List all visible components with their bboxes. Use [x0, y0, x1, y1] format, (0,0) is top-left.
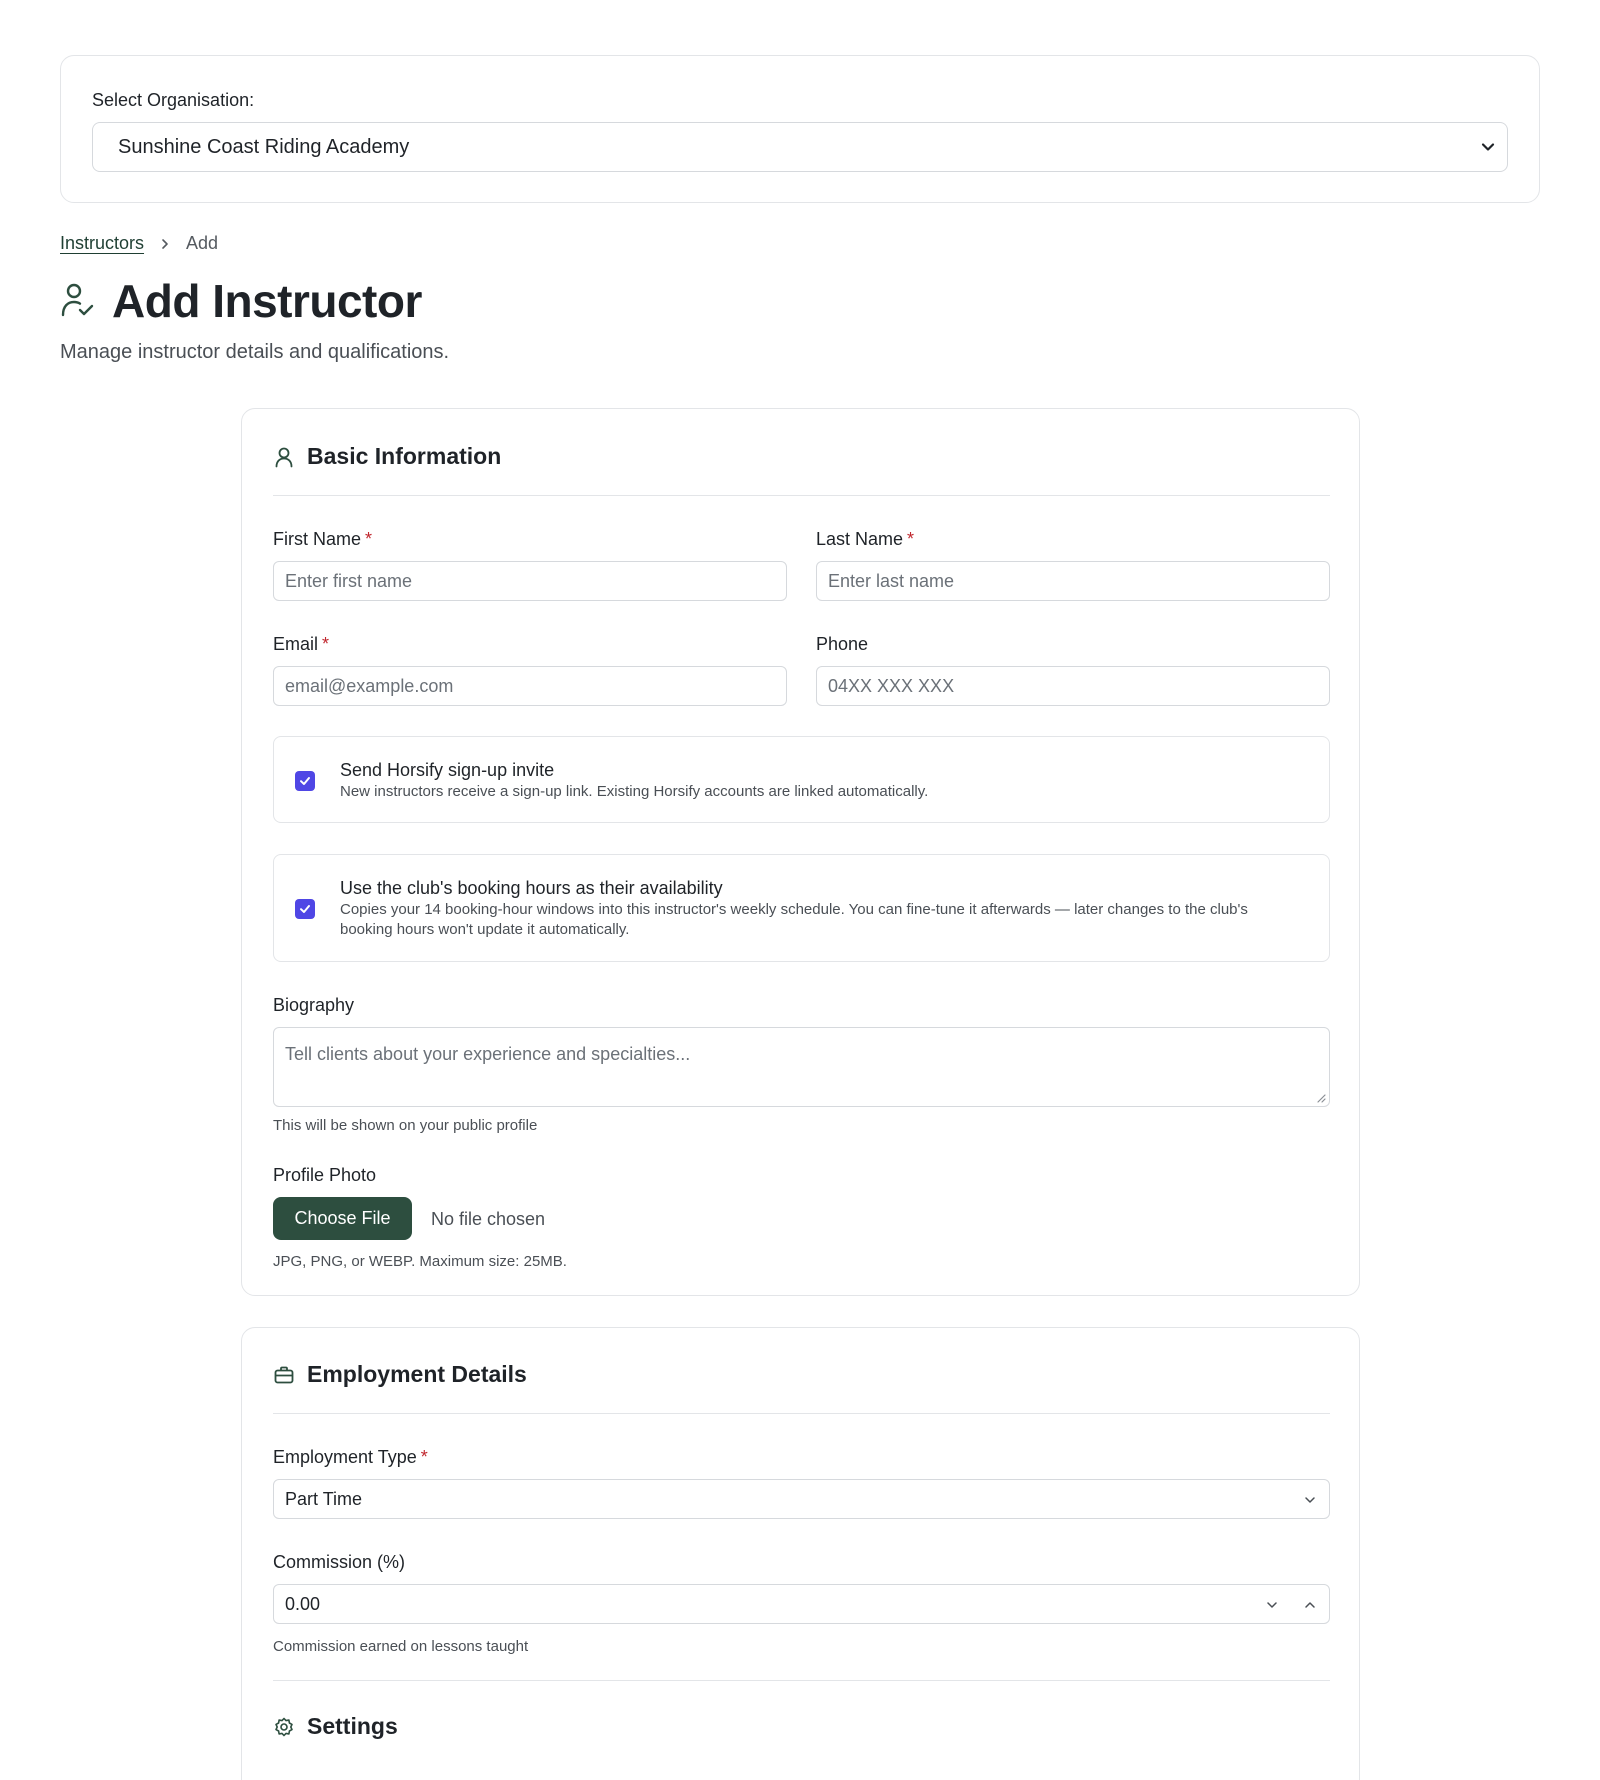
- required-marker: *: [322, 634, 330, 654]
- page-subtitle: Manage instructor details and qualificat…: [60, 341, 450, 363]
- required-marker: *: [420, 1447, 428, 1467]
- send-invite-description: New instructors receive a sign-up link. …: [340, 783, 929, 800]
- settings-title: Settings: [307, 1713, 398, 1739]
- first-name-label-text: First Name: [273, 529, 362, 549]
- first-name-input[interactable]: Enter first name: [273, 561, 787, 601]
- employment-type-label: Employment Type *: [273, 1447, 428, 1468]
- page-title: Add Instructor: [112, 275, 422, 327]
- first-name-placeholder: Enter first name: [285, 570, 413, 591]
- phone-placeholder: 04XX XXX XXX: [828, 675, 955, 696]
- section-divider: [273, 1413, 1330, 1414]
- basic-information-card: Basic Information First Name * Enter firs…: [241, 408, 1360, 1296]
- biography-label: Biography: [273, 995, 355, 1015]
- phone-label-text: Phone: [816, 634, 869, 654]
- first-name-label: First Name *: [273, 529, 372, 550]
- employment-type-label-text: Employment Type: [273, 1447, 417, 1467]
- settings-header: Settings: [273, 1713, 398, 1740]
- last-name-label: Last Name *: [816, 529, 914, 550]
- employment-details-header: Employment Details: [273, 1361, 527, 1388]
- booking-hours-title: Use the club's booking hours as their av…: [340, 878, 723, 898]
- last-name-label-text: Last Name: [816, 529, 904, 549]
- employment-type-select[interactable]: Part Time: [273, 1479, 1330, 1519]
- organisation-select-value: Sunshine Coast Riding Academy: [118, 135, 410, 158]
- chevron-down-icon: [1481, 143, 1495, 151]
- employment-details-card: Employment Details Employment Type * Part…: [241, 1327, 1360, 1780]
- breadcrumb: Instructors Add: [60, 233, 218, 254]
- chevron-down-icon: [1305, 1497, 1315, 1503]
- profile-photo-hint: JPG, PNG, or WEBP. Maximum size: 25MB.: [273, 1253, 567, 1270]
- email-label: Email *: [273, 634, 329, 655]
- increment-icon[interactable]: [1303, 1598, 1317, 1612]
- required-marker: *: [365, 529, 373, 549]
- chevron-right-icon: [162, 238, 168, 249]
- decrement-icon[interactable]: [1265, 1598, 1279, 1612]
- choose-file-button[interactable]: Choose File: [273, 1197, 412, 1240]
- biography-hint: This will be shown on your public profil…: [273, 1117, 538, 1134]
- phone-input[interactable]: 04XX XXX XXX: [816, 666, 1330, 706]
- breadcrumb-link-instructors[interactable]: Instructors: [60, 233, 144, 254]
- gear-icon: [275, 1717, 293, 1736]
- required-marker: *: [907, 529, 915, 549]
- page-header: Add Instructor: [60, 274, 422, 328]
- biography-textarea[interactable]: Tell clients about your experience and s…: [273, 1027, 1330, 1107]
- commission-hint: Commission earned on lessons taught: [273, 1638, 529, 1655]
- breadcrumb-current: Add: [186, 233, 219, 253]
- organisation-card: Select Organisation: Sunshine Coast Ridi…: [60, 55, 1540, 203]
- last-name-input[interactable]: Enter last name: [816, 561, 1330, 601]
- email-input[interactable]: email@example.com: [273, 666, 787, 706]
- booking-hours-option[interactable]: Use the club's booking hours as their av…: [273, 854, 1330, 962]
- briefcase-icon: [274, 1366, 294, 1383]
- organisation-select[interactable]: Sunshine Coast Riding Academy: [92, 122, 1508, 172]
- email-placeholder: email@example.com: [285, 675, 454, 696]
- user-icon: [275, 447, 293, 467]
- send-invite-title: Send Horsify sign-up invite: [340, 760, 555, 780]
- section-divider: [273, 1680, 1330, 1681]
- check-icon: [300, 777, 310, 785]
- email-label-text: Email: [273, 634, 319, 654]
- employment-details-title: Employment Details: [307, 1361, 527, 1387]
- check-icon: [300, 905, 310, 913]
- section-divider: [273, 495, 1330, 496]
- organisation-label: Select Organisation:: [92, 90, 255, 110]
- employment-type-value: Part Time: [285, 1488, 363, 1509]
- send-invite-option[interactable]: Send Horsify sign-up invite New instruct…: [273, 736, 1330, 823]
- commission-label: Commission (%): [273, 1552, 406, 1572]
- profile-photo-label: Profile Photo: [273, 1165, 377, 1185]
- send-invite-checkbox[interactable]: [295, 771, 315, 791]
- user-check-icon: [61, 283, 94, 317]
- booking-hours-checkbox[interactable]: [295, 899, 315, 919]
- resize-handle-icon[interactable]: [1316, 1093, 1326, 1103]
- last-name-placeholder: Enter last name: [828, 570, 955, 591]
- commission-input[interactable]: 0.00: [273, 1584, 1330, 1624]
- booking-hours-description: Copies your 14 booking-hour windows into…: [340, 901, 1248, 938]
- phone-label: Phone: [816, 634, 868, 655]
- commission-value: 0.00: [285, 1593, 321, 1614]
- file-status: No file chosen: [431, 1209, 546, 1229]
- basic-information-header: Basic Information: [273, 443, 501, 470]
- basic-information-title: Basic Information: [307, 443, 502, 469]
- biography-placeholder: Tell clients about your experience and s…: [285, 1044, 691, 1064]
